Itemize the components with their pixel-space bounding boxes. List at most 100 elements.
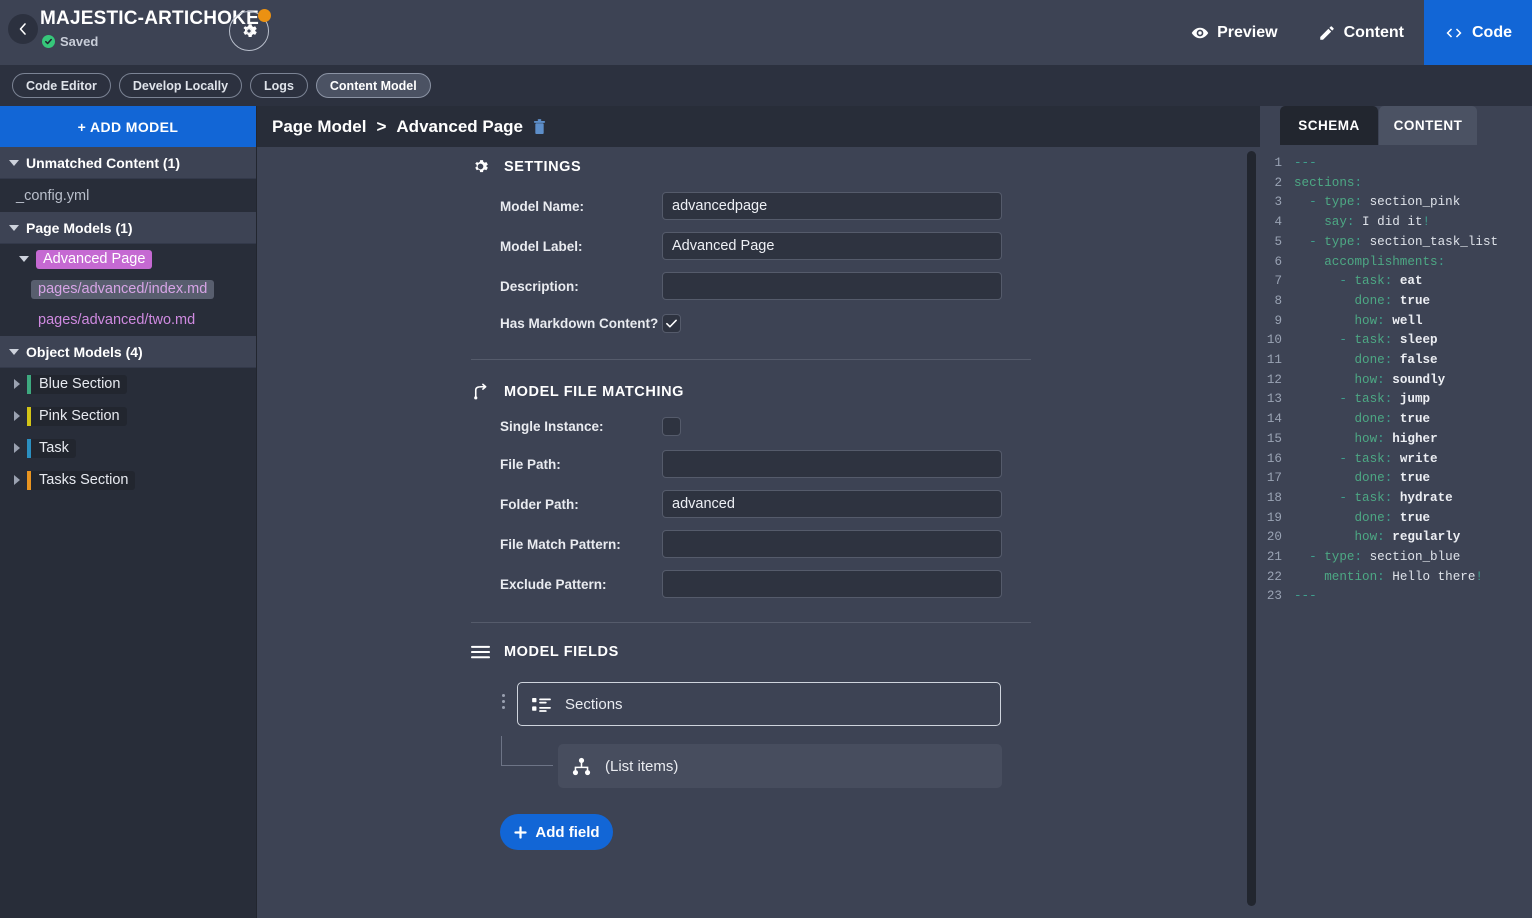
code-brackets-icon xyxy=(1446,28,1462,37)
pill-develop-locally[interactable]: Develop Locally xyxy=(118,73,243,98)
code-line-text: how: higher xyxy=(1354,431,1438,446)
breadcrumb-root[interactable]: Page Model xyxy=(272,117,366,137)
sidebar-page-model-label: Advanced Page xyxy=(36,249,153,269)
file-matching-title: MODEL FILE MATCHING xyxy=(504,383,685,400)
sidebar-group-object-models[interactable]: Object Models (4) xyxy=(0,336,256,368)
code-line: 7 - task: eat xyxy=(1260,272,1532,292)
field-label: Model Label: xyxy=(500,238,583,254)
model-field-list-items[interactable]: (List items) xyxy=(558,744,1002,788)
model-name-input[interactable] xyxy=(662,192,1002,220)
tab-code[interactable]: Code xyxy=(1424,0,1532,65)
code-line-text: - task: sleep xyxy=(1294,333,1438,348)
settings-section-header: SETTINGS xyxy=(471,147,1260,176)
tab-schema[interactable]: SCHEMA xyxy=(1280,106,1378,145)
code-line-number: 15 xyxy=(1266,431,1282,446)
code-line: 2 sections: xyxy=(1260,174,1532,194)
top-header: MAJESTIC-ARTICHOKE Saved Preview Content xyxy=(0,0,1532,65)
file-match-pattern-input[interactable] xyxy=(662,530,1002,558)
tab-content-yaml[interactable]: CONTENT xyxy=(1379,106,1477,145)
sidebar-group-unmatched-content[interactable]: Unmatched Content (1) xyxy=(0,147,256,179)
model-field-sections[interactable]: Sections xyxy=(517,682,1001,726)
sidebar-item-pink-section[interactable]: Pink Section xyxy=(0,400,256,432)
tree-connector xyxy=(501,736,553,766)
chevron-right-icon xyxy=(14,443,20,453)
code-line-number: 17 xyxy=(1266,471,1282,486)
sidebar-object-label: Blue Section xyxy=(27,374,128,394)
code-line-text: done: true xyxy=(1354,471,1431,486)
code-line-text: done: true xyxy=(1354,510,1431,525)
add-field-button[interactable]: Add field xyxy=(500,814,613,850)
code-viewer[interactable]: 1 --- 2 sections: 3 - type: section_pink 4 sa… xyxy=(1260,145,1532,918)
code-line: 21 - type: section_blue xyxy=(1260,548,1532,568)
file-matching-section-header: MODEL FILE MATCHING xyxy=(471,360,1260,401)
sidebar-item-advanced-page[interactable]: Advanced Page xyxy=(0,244,256,274)
model-label-input[interactable] xyxy=(662,232,1002,260)
folder-path-input[interactable] xyxy=(662,490,1002,518)
save-status: Saved xyxy=(42,34,98,49)
add-model-button[interactable]: + ADD MODEL xyxy=(0,106,256,147)
code-line-text: how: soundly xyxy=(1354,372,1446,387)
code-line-number: 22 xyxy=(1266,569,1282,584)
code-line-number: 7 xyxy=(1274,274,1282,289)
code-line-text: - task: hydrate xyxy=(1294,490,1453,505)
field-label: Folder Path: xyxy=(500,496,579,512)
sidebar-file-index-md[interactable]: pages/advanced/index.md xyxy=(0,274,256,305)
sidebar-group-page-models[interactable]: Page Models (1) xyxy=(0,212,256,244)
code-line-text: how: regularly xyxy=(1354,530,1461,545)
site-title: MAJESTIC-ARTICHOKE xyxy=(40,8,259,29)
code-line-text: done: true xyxy=(1354,293,1431,308)
code-line: 14 done: true xyxy=(1260,410,1532,430)
model-field-row-sections: Sections xyxy=(257,682,1260,726)
pill-code-editor[interactable]: Code Editor xyxy=(12,73,111,98)
sidebar-object-label: Pink Section xyxy=(27,406,127,426)
tab-content[interactable]: Content xyxy=(1298,0,1424,65)
breadcrumb: Page Model > Advanced Page xyxy=(257,106,1260,147)
code-line: 18 - task: hydrate xyxy=(1260,489,1532,509)
chevron-right-icon xyxy=(14,379,20,389)
field-file-match-pattern: File Match Pattern: xyxy=(500,530,1260,558)
sidebar-item-tasks-section[interactable]: Tasks Section xyxy=(0,464,256,496)
pill-content-model[interactable]: Content Model xyxy=(315,73,431,98)
single-instance-checkbox[interactable] xyxy=(662,417,681,436)
code-line-number: 19 xyxy=(1266,510,1282,525)
delete-model-button[interactable] xyxy=(533,118,546,135)
file-path-input[interactable] xyxy=(662,450,1002,478)
sidebar-item-task[interactable]: Task xyxy=(0,432,256,464)
description-input[interactable] xyxy=(662,272,1002,300)
code-line-text: mention: Hello there! xyxy=(1324,569,1483,584)
chevron-left-icon xyxy=(19,23,26,35)
has-markdown-content-checkbox[interactable] xyxy=(662,314,681,333)
main-scrollbar-thumb[interactable] xyxy=(1247,151,1256,906)
code-line-number: 10 xyxy=(1266,333,1282,348)
chevron-down-icon xyxy=(9,348,19,355)
code-tab-bar: SCHEMA CONTENT xyxy=(1260,106,1532,145)
code-line: 4 say: I did it! xyxy=(1260,213,1532,233)
code-line-number: 16 xyxy=(1266,451,1282,466)
code-line-text: sections: xyxy=(1294,175,1363,190)
back-button[interactable] xyxy=(8,14,38,44)
model-fields-section-header: MODEL FIELDS xyxy=(471,623,1260,660)
field-folder-path: Folder Path: xyxy=(500,490,1260,518)
trash-icon xyxy=(533,118,546,134)
field-label: File Path: xyxy=(500,456,561,472)
exclude-pattern-input[interactable] xyxy=(662,570,1002,598)
main-nav-tabs: Preview Content Code xyxy=(1171,0,1532,65)
code-line: 3 - type: section_pink xyxy=(1260,193,1532,213)
code-line-number: 12 xyxy=(1266,372,1282,387)
sidebar-file-two-md[interactable]: pages/advanced/two.md xyxy=(0,305,256,336)
tab-preview[interactable]: Preview xyxy=(1171,0,1297,65)
pill-logs[interactable]: Logs xyxy=(250,73,308,98)
code-line-number: 21 xyxy=(1266,550,1282,565)
sidebar-file-label: pages/advanced/two.md xyxy=(38,312,196,328)
field-exclude-pattern: Exclude Pattern: xyxy=(500,570,1260,598)
sidebar-file-label: pages/advanced/index.md xyxy=(31,280,215,299)
sidebar-group-label: Unmatched Content (1) xyxy=(26,154,180,171)
code-line: 12 how: soundly xyxy=(1260,371,1532,391)
sidebar-file-config-yml[interactable]: _config.yml xyxy=(0,179,256,212)
code-line: 1 --- xyxy=(1260,154,1532,174)
sidebar-item-blue-section[interactable]: Blue Section xyxy=(0,368,256,400)
drag-handle[interactable] xyxy=(502,694,505,709)
code-line-number: 8 xyxy=(1274,293,1282,308)
sidebar-object-label: Task xyxy=(27,438,76,458)
code-line-text: say: I did it! xyxy=(1324,215,1431,230)
